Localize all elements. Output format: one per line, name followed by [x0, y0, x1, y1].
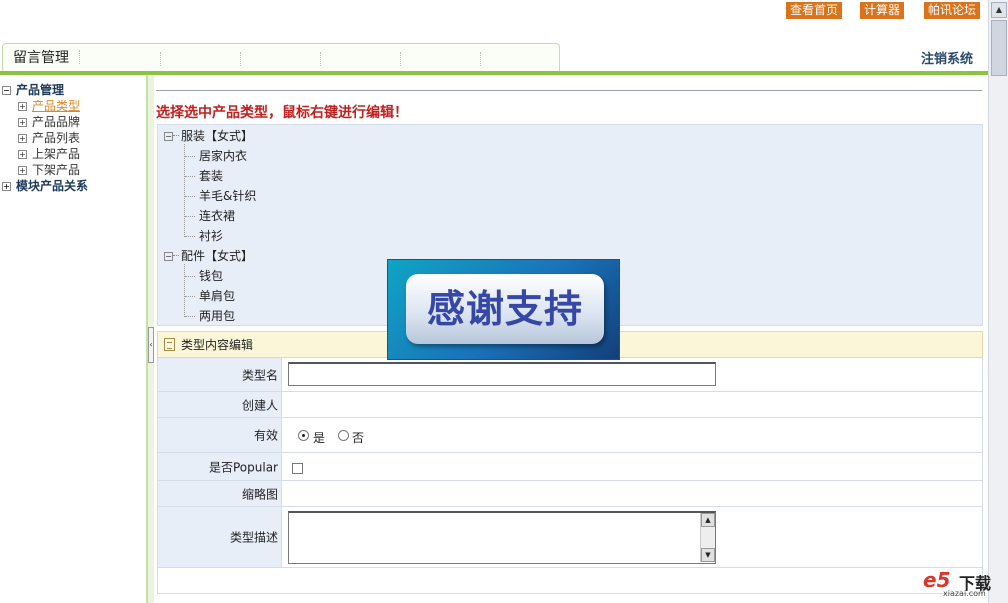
editor-title: 类型内容编辑 — [181, 338, 254, 352]
textarea-scrollbar[interactable]: ▲ ▼ — [700, 513, 715, 562]
tree-item-label[interactable]: 上架产品 — [32, 147, 80, 161]
form-label: 有效 — [158, 418, 282, 452]
type-name-input[interactable] — [288, 362, 716, 386]
tree-item-listed-products[interactable]: + 上架产品 — [2, 146, 146, 162]
form-row-thumbnail: 缩略图 — [158, 481, 982, 507]
tree-connector — [184, 264, 185, 317]
page-scrollbar[interactable]: ▲ — [988, 0, 1008, 603]
scroll-down-icon[interactable]: ▼ — [701, 548, 715, 562]
tree-item-label[interactable]: 产品品牌 — [32, 115, 80, 129]
expand-icon[interactable]: + — [18, 166, 27, 175]
scroll-up-icon[interactable]: ▲ — [701, 513, 715, 527]
form-row-creator: 创建人 — [158, 392, 982, 418]
category-item[interactable]: 居家内衣 — [199, 147, 247, 165]
expand-icon[interactable]: + — [18, 102, 27, 111]
valid-yes-label[interactable]: 是 — [313, 429, 325, 446]
panel-splitter[interactable]: ‹ — [146, 75, 154, 603]
document-edit-icon — [164, 338, 175, 351]
category-clothing-women[interactable]: − 服装【女式】 — [164, 127, 253, 145]
watermark-url: xiazai.com — [943, 589, 986, 598]
tree-connector — [185, 196, 195, 197]
thanks-text: 感谢支持 — [406, 274, 604, 344]
tree-item-label[interactable]: 产品列表 — [32, 131, 80, 145]
expand-icon[interactable]: + — [18, 118, 27, 127]
collapse-icon[interactable]: − — [2, 86, 11, 95]
instruction-text: 选择选中产品类型，鼠标右键进行编辑！ — [156, 105, 408, 121]
tree-connector — [185, 176, 195, 177]
tree-connector — [184, 144, 185, 237]
tab-empty-4[interactable] — [241, 52, 321, 66]
divider — [156, 90, 982, 91]
tree-connector — [185, 276, 195, 277]
tree-root-label: 模块产品关系 — [16, 179, 89, 193]
left-nav-tree: − 产品管理 + 产品类型 + 产品品牌 + 产品列表 + 上架产品 + 下架产品 + 模块产… — [2, 82, 146, 194]
category-item[interactable]: 钱包 — [199, 267, 223, 285]
creator-value — [283, 392, 982, 417]
category-item[interactable]: 单肩包 — [199, 287, 235, 305]
view-homepage-link[interactable]: 查看首页 — [786, 2, 843, 19]
form-label: 缩略图 — [158, 481, 282, 506]
tree-item-product-type[interactable]: + 产品类型 — [2, 98, 146, 114]
tab-empty-3[interactable] — [161, 52, 241, 66]
tree-item-product-list[interactable]: + 产品列表 — [2, 130, 146, 146]
calculator-link[interactable]: 计算器 — [860, 2, 905, 19]
tab-empty-6[interactable] — [401, 52, 481, 66]
forum-link[interactable]: 帕讯论坛 — [924, 2, 981, 19]
tab-bar: 留言管理 — [2, 43, 560, 71]
category-item[interactable]: 连衣裙 — [199, 207, 235, 225]
collapse-arrow-icon[interactable]: ‹ — [148, 327, 154, 363]
tree-connector — [185, 296, 195, 297]
category-accessories-women[interactable]: − 配件【女式】 — [164, 247, 253, 265]
expand-icon[interactable]: + — [18, 150, 27, 159]
scroll-up-icon[interactable]: ▲ — [991, 2, 1007, 18]
form-row-description: 类型描述 ▲ ▼ — [158, 507, 982, 568]
category-item[interactable]: 羊毛&针织 — [199, 187, 256, 205]
tree-connector — [185, 236, 195, 237]
tree-root-product-management[interactable]: − 产品管理 — [2, 82, 146, 98]
form-row-valid: 有效 是 否 — [158, 418, 982, 453]
tree-item-delisted-products[interactable]: + 下架产品 — [2, 162, 146, 178]
popular-checkbox[interactable] — [292, 463, 303, 474]
valid-no-radio[interactable] — [338, 430, 349, 441]
type-edit-form: 类型名 创建人 有效 是 否 是否Popular 缩略图 类型描述 ▲ ▼ — [157, 358, 983, 568]
tab-message-management[interactable]: 留言管理 — [13, 50, 80, 66]
tree-item-label[interactable]: 产品类型 — [32, 99, 80, 113]
form-footer — [157, 568, 983, 594]
watermark-logo: e5 下载 xiazai.com — [921, 566, 1001, 600]
tree-connector — [185, 156, 195, 157]
form-label: 类型名 — [158, 358, 282, 391]
valid-no-label[interactable]: 否 — [352, 429, 364, 446]
form-label: 是否Popular — [158, 453, 282, 480]
tree-connector — [185, 216, 195, 217]
thumbnail-value — [283, 481, 982, 506]
form-row-name: 类型名 — [158, 358, 982, 392]
form-label: 类型描述 — [158, 507, 282, 567]
valid-yes-radio[interactable] — [298, 430, 309, 441]
collapse-icon[interactable]: − — [164, 252, 173, 261]
collapse-icon[interactable]: − — [164, 132, 173, 141]
tree-root-label: 产品管理 — [16, 83, 65, 97]
tab-empty-5[interactable] — [321, 52, 401, 66]
thanks-banner: 感谢支持 — [387, 259, 620, 360]
type-description-textarea[interactable] — [288, 511, 716, 564]
category-item[interactable]: 套装 — [199, 167, 223, 185]
form-row-popular: 是否Popular — [158, 453, 982, 481]
tree-item-label[interactable]: 下架产品 — [32, 163, 80, 177]
category-item[interactable]: 两用包 — [199, 307, 235, 325]
form-label: 创建人 — [158, 392, 282, 417]
scroll-thumb[interactable] — [991, 20, 1007, 76]
tree-root-module-product-relation[interactable]: + 模块产品关系 — [2, 178, 146, 194]
tree-connector — [185, 316, 195, 317]
expand-icon[interactable]: + — [18, 134, 27, 143]
category-item[interactable]: 衬衫 — [199, 227, 223, 245]
tree-item-product-brand[interactable]: + 产品品牌 — [2, 114, 146, 130]
tab-empty-2[interactable] — [81, 52, 161, 66]
expand-icon[interactable]: + — [2, 182, 11, 191]
logout-link[interactable]: 注销系统 — [921, 48, 973, 67]
